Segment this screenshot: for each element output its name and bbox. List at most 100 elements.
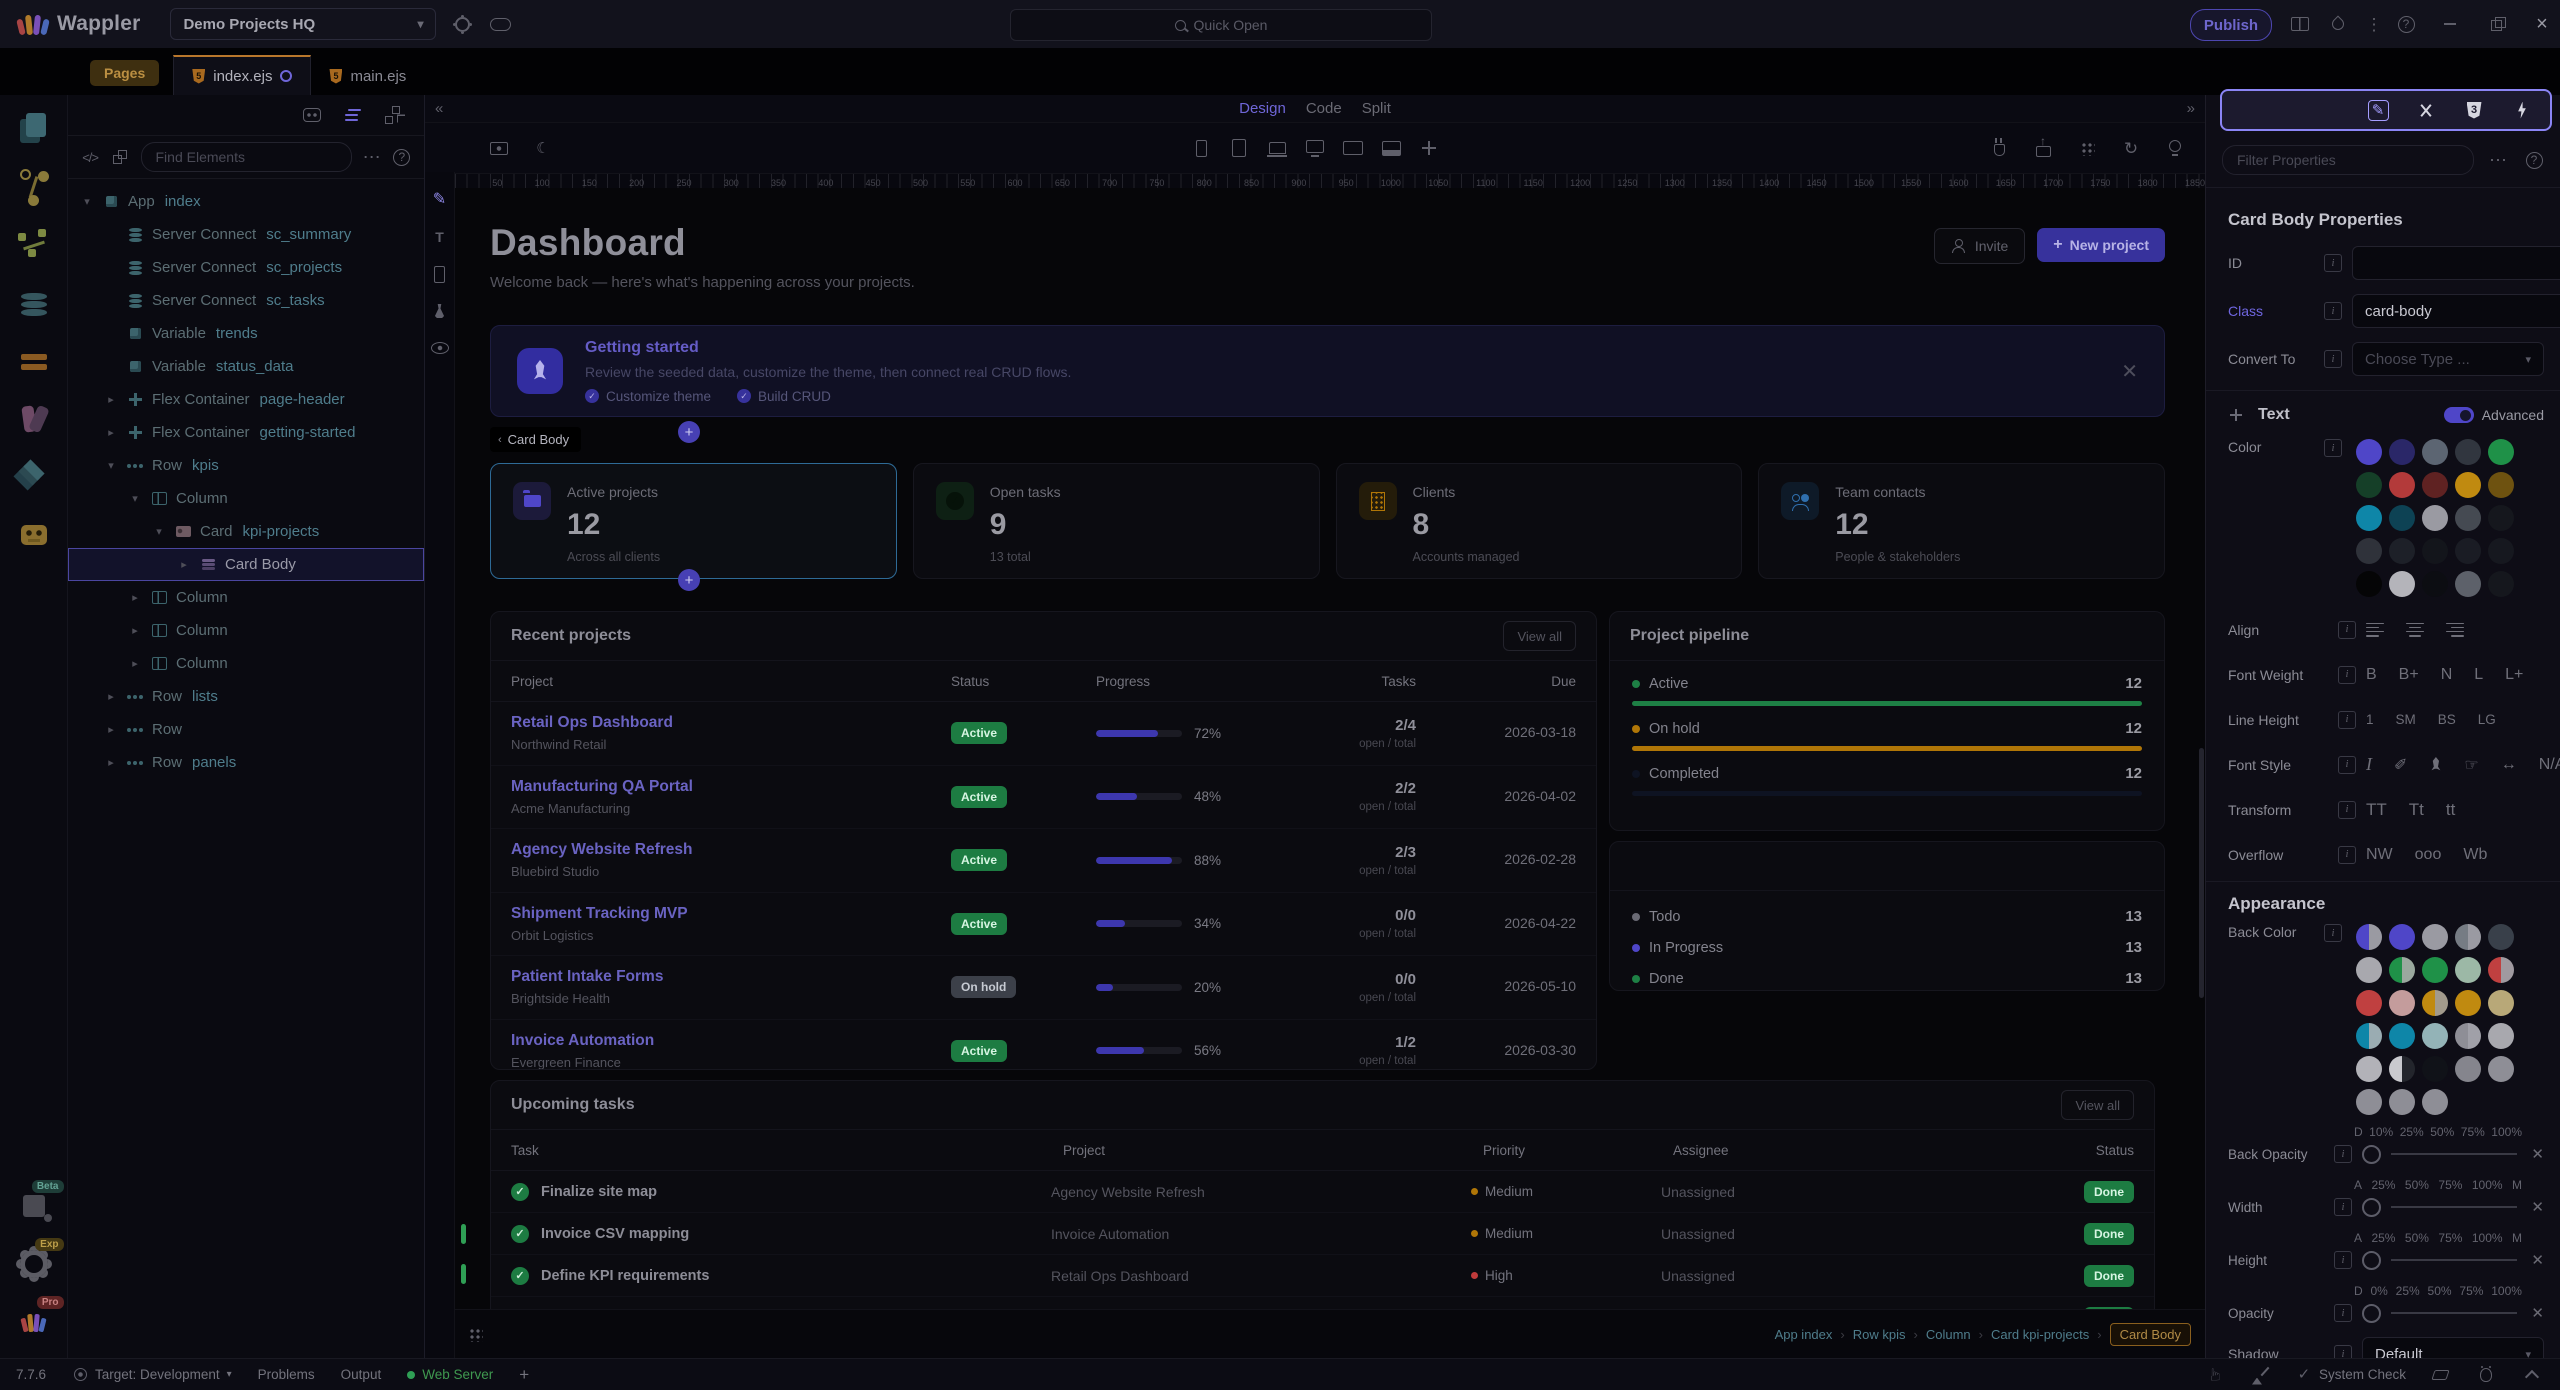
slider-tick[interactable]: 25% [2371,1231,2395,1245]
color-swatch[interactable] [2488,957,2514,983]
font-weight-option[interactable]: B+ [2399,666,2419,684]
minimize-icon[interactable] [2438,12,2462,36]
refresh-icon[interactable] [2119,136,2143,160]
phone-icon[interactable] [428,262,452,286]
color-swatch[interactable] [2389,1023,2415,1049]
overflow-option[interactable]: Wb [2463,846,2487,864]
color-swatch[interactable] [2389,1056,2415,1082]
git-branch-icon[interactable] [12,165,56,209]
breadcrumb-link[interactable]: App index [1775,1327,1833,1342]
slider-tick[interactable]: 50% [2405,1178,2429,1192]
chevron-down-icon[interactable]: ▾ [152,525,166,538]
scissors-icon[interactable] [2414,98,2438,122]
color-swatch[interactable] [2422,472,2448,498]
color-swatch[interactable] [2389,957,2415,983]
slider-tick[interactable]: 25% [2371,1178,2395,1192]
slider-track[interactable] [2391,1259,2517,1261]
color-swatch[interactable] [2389,472,2415,498]
transform-option[interactable]: Tt [2409,800,2424,820]
chevron-right-icon[interactable]: ▸ [104,756,118,769]
chevron-up-icon[interactable] [2520,1363,2544,1387]
eraser-icon[interactable] [2428,1363,2452,1387]
selected-element-chip[interactable]: ‹ Card Body [490,427,581,452]
add-panel-button[interactable]: + [519,1365,529,1385]
outline-list-icon[interactable] [342,103,366,127]
tree-item[interactable]: ▸Column [68,581,424,614]
help-icon[interactable] [2394,12,2418,36]
system-check-button[interactable]: System Check [2296,1363,2406,1387]
pages-icon[interactable] [12,107,56,151]
color-swatch[interactable] [2389,538,2415,564]
color-swatch[interactable] [2356,924,2382,950]
slider-tick[interactable]: 100% [2472,1231,2503,1245]
text-tool-icon[interactable] [428,225,452,249]
color-swatch[interactable] [2455,1023,2481,1049]
color-swatch[interactable] [2455,957,2481,983]
view-all-button[interactable]: View all [1503,621,1576,651]
color-swatch[interactable] [2488,571,2514,597]
project-selector[interactable]: Demo Projects HQ ▾ [170,8,436,40]
move-icon[interactable] [1417,136,1441,160]
slider-tick[interactable]: 100% [2491,1284,2522,1298]
color-swatch[interactable] [2488,505,2514,531]
monitor-icon[interactable] [1303,136,1327,160]
project-link[interactable]: Shipment Tracking MVP [511,905,951,923]
slider-tick[interactable]: 75% [2438,1178,2462,1192]
close-icon[interactable] [2530,12,2554,36]
move-handle-icon[interactable] [2224,403,2248,427]
info-icon[interactable]: i [2334,1198,2352,1216]
laptop-icon[interactable] [1265,136,1289,160]
color-swatch[interactable] [2488,1023,2514,1049]
broom-icon[interactable] [2250,1363,2274,1387]
help-icon[interactable] [392,145,412,169]
color-swatch[interactable] [2356,538,2382,564]
info-icon[interactable]: i [2324,924,2342,942]
convert-type-select[interactable]: Choose Type ...▾ [2352,342,2544,376]
find-elements-input[interactable] [141,142,352,172]
ellipsis-icon[interactable] [2486,148,2510,172]
tree-item[interactable]: ▾Rowkpis [68,449,424,482]
output-button[interactable]: Output [341,1367,382,1382]
droplet-icon[interactable] [2326,12,2350,36]
chevron-right-icon[interactable]: ▸ [104,393,118,406]
color-swatch[interactable] [2356,1089,2382,1115]
line-height-option[interactable]: SM [2396,712,2416,727]
clear-icon[interactable]: ✕ [2531,1198,2544,1216]
slider-tick[interactable]: M [2512,1231,2522,1245]
color-swatch[interactable] [2356,1023,2382,1049]
transform-option[interactable]: TT [2366,800,2387,820]
bulb-icon[interactable] [2163,136,2187,160]
id-input[interactable] [2352,246,2560,280]
color-swatch[interactable] [2455,990,2481,1016]
color-swatch[interactable] [2422,1056,2448,1082]
desktop-icon[interactable] [1379,136,1403,160]
color-swatch[interactable] [2356,439,2382,465]
color-swatch[interactable] [2455,472,2481,498]
breadcrumb-link[interactable]: Card kpi-projects [1991,1327,2089,1342]
info-icon[interactable]: i [2338,801,2356,819]
color-swatch[interactable] [2422,1089,2448,1115]
slider-tick[interactable]: A [2354,1231,2362,1245]
project-link[interactable]: Manufacturing QA Portal [511,778,951,796]
tree-item[interactable]: ▸Column [68,647,424,680]
chevron-right-icon[interactable]: ▸ [177,558,191,571]
slider-knob[interactable] [2362,1304,2381,1323]
info-icon[interactable]: i [2324,439,2342,457]
class-input[interactable] [2352,294,2560,328]
chevron-down-icon[interactable]: ▾ [80,195,94,208]
tree-item[interactable]: ▸Flex Containerpage-header [68,383,424,416]
tree-item[interactable]: ▾Appindex [68,185,424,218]
line-height-option[interactable]: LG [2478,712,2496,727]
slider-tick[interactable]: 25% [2400,1125,2424,1139]
tab-main-ejs[interactable]: 5 main.ejs [311,57,424,95]
banner-close-icon[interactable]: ✕ [2121,359,2138,384]
table-row[interactable]: Manufacturing QA PortalAcme Manufacturin… [491,766,1596,830]
clear-icon[interactable]: ✕ [2531,1304,2544,1322]
chevron-right-icon[interactable]: ▸ [104,723,118,736]
tab-split[interactable]: Split [1362,100,1391,117]
camera-icon[interactable] [487,136,511,160]
tree-item[interactable]: ▸Rowlists [68,680,424,713]
chevron-down-icon[interactable]: ▾ [128,492,142,505]
project-link[interactable]: Invoice Automation [511,1032,951,1050]
lightning-icon[interactable] [2510,98,2534,122]
